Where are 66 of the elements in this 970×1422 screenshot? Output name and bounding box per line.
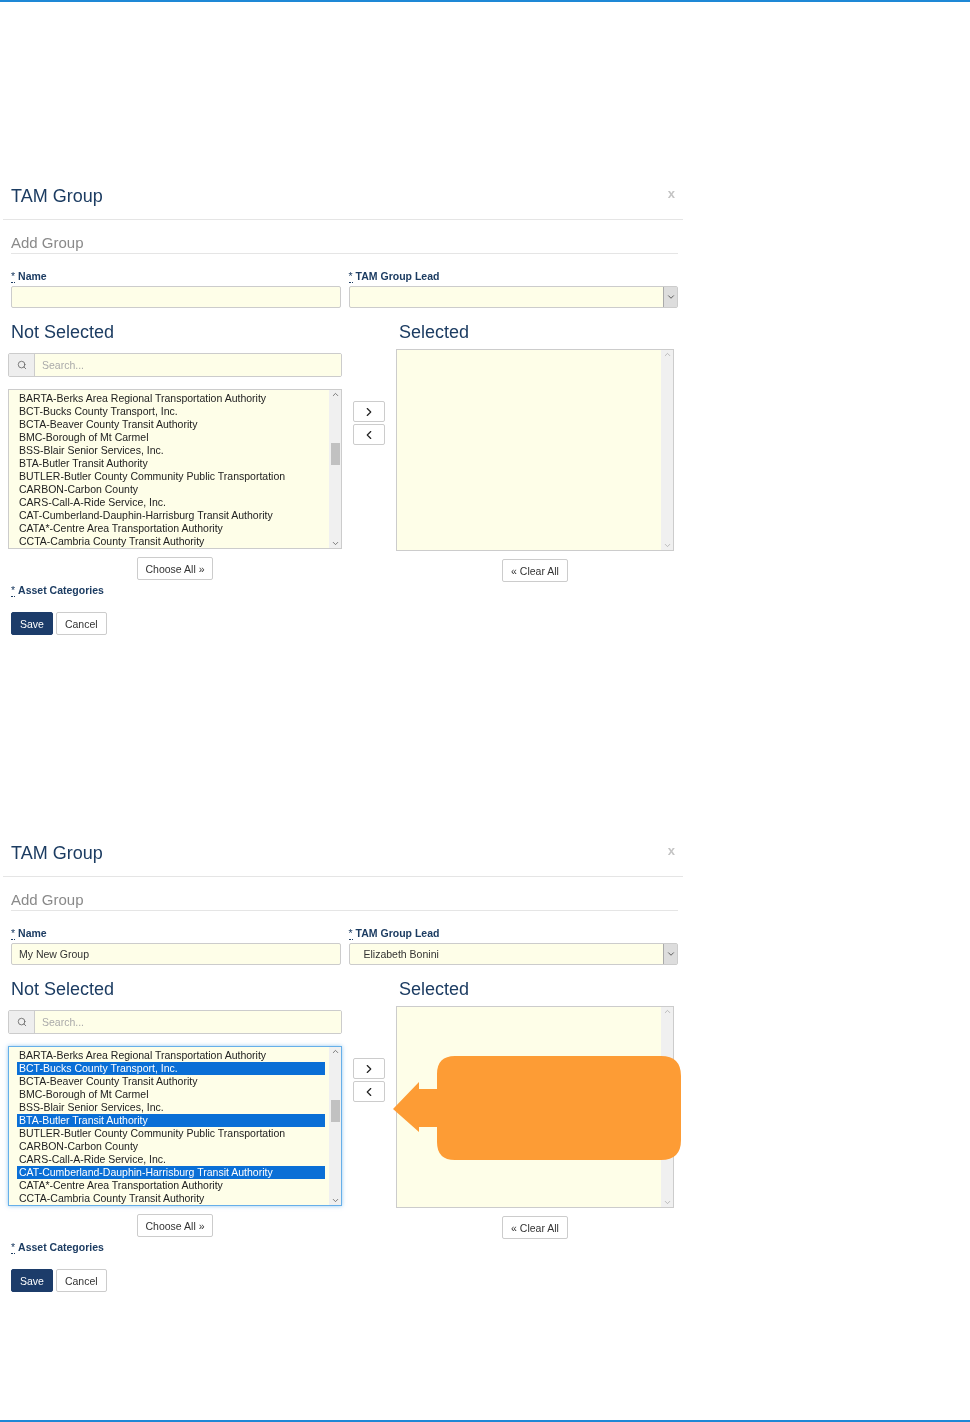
scroll-up-icon[interactable]	[662, 1007, 672, 1016]
field-label: * Name	[11, 270, 48, 282]
list-option[interactable]: BTA-Butler Transit Authority	[17, 1114, 325, 1127]
list-option[interactable]: CAT-Cumberland-Dauphin-Harrisburg Transit Authority	[17, 1166, 325, 1179]
list-option[interactable]: BMC-Borough of Mt Carmel	[17, 431, 325, 444]
section-title: Add Group	[11, 891, 678, 911]
name-field[interactable]: My New Group	[11, 943, 341, 965]
list-option[interactable]: BCTA-Beaver County Transit Authority	[17, 1075, 325, 1088]
dropdown-icon	[665, 292, 676, 302]
name-field[interactable]	[11, 286, 341, 308]
scroll-thumb[interactable]	[330, 443, 340, 465]
list-option[interactable]: CATA*-Centre Area Transportation Authority	[17, 522, 325, 535]
clear-all-button[interactable]: « Clear All	[502, 1216, 568, 1239]
lead-select[interactable]	[348, 286, 678, 308]
cancel-button[interactable]: Cancel	[55, 1269, 107, 1292]
list-option[interactable]: BARTA-Berks Area Regional Transportation Authority	[17, 392, 325, 405]
scroll-down-icon[interactable]	[662, 541, 672, 550]
list-option[interactable]: BCT-Bucks County Transport, Inc.	[17, 1062, 325, 1075]
save-button[interactable]: Save	[11, 1269, 53, 1292]
list-option[interactable]: BUTLER-Butler County Community Public Transportation	[17, 470, 325, 483]
scroll-down-icon[interactable]	[330, 1196, 340, 1205]
list-option[interactable]: CARS-Call-A-Ride Service, Inc.	[17, 496, 325, 509]
scroll-up-icon[interactable]	[330, 390, 340, 399]
list-option[interactable]: BCTA-Beaver County Transit Authority	[17, 418, 325, 431]
list-option[interactable]: BMC-Borough of Mt Carmel	[17, 1088, 325, 1101]
field-label: * Asset Categories	[11, 584, 104, 596]
move-right-button[interactable]	[353, 1058, 385, 1079]
list-option[interactable]: BSS-Blair Senior Services, Inc.	[17, 1101, 325, 1114]
dropdown-icon	[665, 949, 676, 959]
clear-all-button[interactable]: « Clear All	[502, 559, 568, 582]
section-title: Add Group	[11, 234, 678, 254]
move-left-button[interactable]	[353, 1081, 385, 1102]
scroll-up-icon[interactable]	[330, 1047, 340, 1056]
field-label: * Asset Categories	[11, 1241, 104, 1253]
lead-select[interactable]: Elizabeth Bonini	[348, 943, 678, 965]
list-option[interactable]: CATA*-Centre Area Transportation Authority	[17, 1179, 325, 1192]
list-heading: Not Selected	[10, 979, 116, 1000]
scroll-down-icon[interactable]	[330, 539, 340, 548]
list-option[interactable]: BARTA-Berks Area Regional Transportation Authority	[17, 1049, 325, 1062]
scroll-down-icon[interactable]	[662, 1198, 672, 1207]
list-option[interactable]: CARBON-Carbon County	[17, 483, 325, 496]
list-heading: Not Selected	[10, 322, 116, 343]
list-option[interactable]: BCT-Bucks County Transport, Inc.	[17, 405, 325, 418]
list-heading: Selected	[398, 979, 471, 1000]
list-option[interactable]: CCTA-Cambria County Transit Authority	[17, 535, 325, 548]
scroll-thumb[interactable]	[330, 1100, 340, 1122]
save-button[interactable]: Save	[11, 612, 53, 635]
list-option[interactable]: CCTA-Cambria County Transit Authority	[17, 1192, 325, 1205]
dialog-title: TAM Group	[11, 186, 103, 207]
move-right-button[interactable]	[353, 401, 385, 422]
cancel-button[interactable]: Cancel	[55, 612, 107, 635]
move-left-button[interactable]	[353, 424, 385, 445]
list-option[interactable]: BTA-Butler Transit Authority	[17, 457, 325, 470]
choose-all-button[interactable]: Choose All »	[136, 1214, 214, 1237]
list-option[interactable]: BSS-Blair Senior Services, Inc.	[17, 444, 325, 457]
dialog-title: TAM Group	[11, 843, 103, 864]
list-option[interactable]: CARBON-Carbon County	[17, 1140, 325, 1153]
field-label: * TAM Group Lead	[348, 927, 441, 939]
choose-all-button[interactable]: Choose All »	[136, 557, 214, 580]
list-option[interactable]: CARS-Call-A-Ride Service, Inc.	[17, 1153, 325, 1166]
list-heading: Selected	[398, 322, 471, 343]
list-option[interactable]: BUTLER-Butler County Community Public Transportation	[17, 1127, 325, 1140]
scroll-up-icon[interactable]	[662, 350, 672, 359]
list-option[interactable]: CAT-Cumberland-Dauphin-Harrisburg Transit Authority	[17, 509, 325, 522]
field-label: * Name	[11, 927, 48, 939]
field-label: * TAM Group Lead	[348, 270, 441, 282]
